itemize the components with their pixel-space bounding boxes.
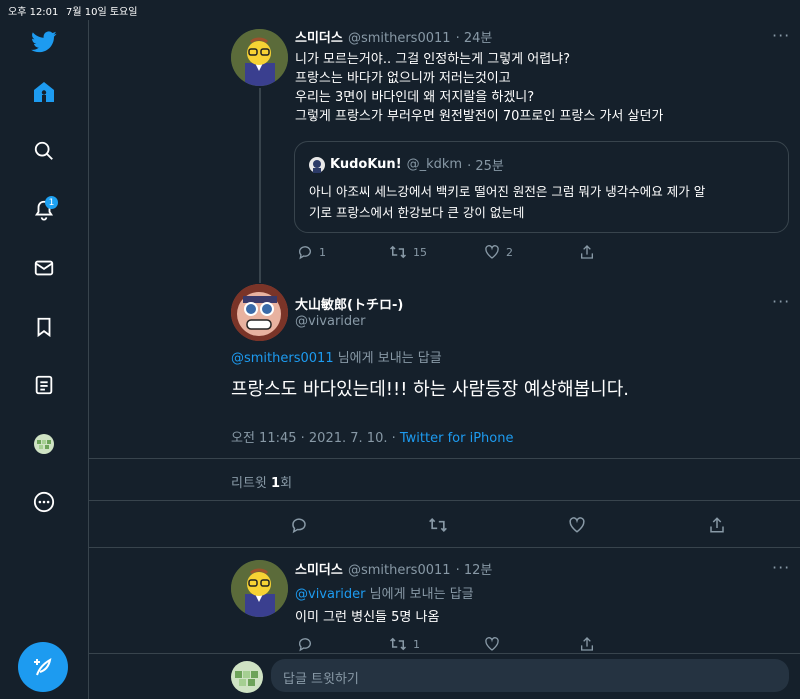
main-tweet-retweets[interactable]: 리트윗 1회	[231, 472, 292, 491]
tweet1-retweet-count: 15	[413, 245, 427, 259]
tweet1-retweet-button[interactable]: 15	[389, 244, 427, 260]
quote-time: · 25분	[467, 159, 504, 174]
smithers-reply-avatar[interactable]	[231, 560, 288, 617]
divider	[88, 458, 800, 459]
lists-icon[interactable]	[29, 370, 59, 400]
kudokun-avatar-icon	[309, 156, 325, 173]
explore-icon[interactable]	[29, 136, 59, 166]
tweet1-line: 그렇게 프랑스가 부러우면 원전발전이 70프로인 프랑스 가서 살던가	[295, 109, 664, 124]
heart-icon	[569, 517, 585, 533]
retweet-icon	[429, 517, 447, 533]
tweet1-line: 프랑스는 바다가 없으니까 저러는것이고	[295, 71, 511, 86]
main-tweet-like-button[interactable]	[568, 516, 586, 534]
quote-author-handle: @_kdkm	[406, 157, 463, 172]
reply-tweet-reply-context: @vivarider 님에게 보내는 답글	[295, 583, 474, 602]
quote-line: 아니 아조씨 세느강에서 백키로 떨어진 원전은 그럼 뭐가 냉각수에요 제가 …	[309, 184, 706, 199]
reply-tweet-author-name[interactable]: 스미더스	[295, 563, 343, 578]
reply-tweet-share-button[interactable]	[579, 636, 595, 652]
share-icon	[581, 245, 593, 259]
reply-tweet-retweet-button[interactable]: 1	[389, 636, 420, 652]
tweet1-like-count: 2	[506, 245, 513, 259]
retweets-label: 리트윗	[231, 476, 272, 491]
share-icon	[581, 637, 593, 651]
quote-body: 아니 아조씨 세느강에서 백키로 떨어진 원전은 그럼 뭐가 냉각수에요 제가 …	[309, 181, 784, 223]
divider	[88, 500, 800, 501]
vivarider-avatar[interactable]	[231, 284, 288, 341]
retweet-icon	[389, 245, 407, 259]
main-tweet-author-handle[interactable]: @vivarider	[295, 314, 366, 329]
tweet1-reply-count: 1	[319, 245, 326, 259]
divider	[88, 653, 800, 654]
reply-to-handle-link[interactable]: @smithers0011	[231, 351, 334, 366]
reply-icon	[292, 518, 306, 534]
divider	[88, 547, 800, 548]
reply-tweet-author-handle[interactable]: @smithers0011	[348, 563, 451, 578]
main-tweet-timestamp[interactable]: 오전 11:45 · 2021. 7. 10. ·	[231, 431, 400, 446]
compose-tweet-button[interactable]	[18, 642, 68, 692]
composer-avatar	[231, 661, 263, 693]
notification-badge: 1	[45, 196, 58, 209]
reply-icon	[298, 638, 311, 652]
vivarider-avatar-image-icon	[231, 284, 288, 341]
tweet1-time[interactable]: · 24분	[456, 31, 493, 46]
reply-tweet-text: 이미 그런 병신들 5명 나옴	[295, 610, 440, 625]
tweet1-reply-button[interactable]: 1	[297, 244, 326, 260]
tweet1-share-button[interactable]	[579, 244, 595, 260]
thread-connector	[259, 88, 261, 283]
feather-plus-icon	[34, 658, 52, 676]
reply-tweet-retweet-count: 1	[413, 637, 420, 651]
smithers-avatar-image-icon	[231, 560, 288, 617]
status-date: 7월 10일 토요일	[66, 7, 138, 18]
main-tweet-share-button[interactable]	[708, 516, 726, 534]
reply-to-handle-link[interactable]: @vivarider	[295, 587, 366, 602]
notifications-icon[interactable]: 1	[29, 195, 59, 225]
tweet1-author-handle[interactable]: @smithers0011	[348, 31, 451, 46]
reply-tweet-like-button[interactable]	[484, 636, 506, 652]
status-time: 오후 12:01	[8, 7, 59, 18]
profile-avatar-icon[interactable]	[29, 429, 59, 459]
twitter-logo-icon[interactable]	[29, 27, 59, 57]
main-tweet-reply-context: @smithers0011 님에게 보내는 답글	[231, 347, 442, 366]
tweet1-like-button[interactable]: 2	[484, 244, 513, 260]
smithers-avatar[interactable]	[231, 29, 288, 86]
quote-line: 기로 프랑스에서 한강보다 큰 강이 없는데	[309, 205, 525, 220]
messages-icon[interactable]	[29, 253, 59, 283]
user-avatar-icon	[231, 661, 263, 693]
reply-to-suffix: 님에게 보내는 답글	[333, 351, 442, 366]
reply-tweet-reply-button[interactable]	[297, 636, 319, 652]
bookmarks-icon[interactable]	[29, 312, 59, 342]
heart-icon	[485, 637, 499, 651]
main-tweet-author-name[interactable]: 大山敏郎(トチロ-)	[295, 294, 403, 313]
quote-author-name: KudoKun!	[330, 157, 402, 172]
home-icon[interactable]	[29, 77, 59, 107]
reply-tweet-header: 스미더스 @smithers0011 · 12분	[295, 559, 492, 578]
tweet1-line: 니가 모르는거야.. 그걸 인정하는게 그렇게 어렵냐?	[295, 52, 571, 67]
reply-icon	[298, 246, 311, 260]
tweet1-line: 우리는 3면이 바다인데 왜 저지랄을 하겠니?	[295, 90, 535, 105]
retweet-icon	[389, 637, 407, 651]
tweet1-author-name[interactable]: 스미더스	[295, 31, 343, 46]
main-tweet-reply-button[interactable]	[290, 516, 308, 534]
main-tweet-retweet-button[interactable]	[428, 516, 448, 534]
main-tweet-more-icon[interactable]: ···	[772, 292, 790, 311]
main-tweet-source-link[interactable]: Twitter for iPhone	[400, 431, 514, 446]
main-tweet-meta: 오전 11:45 · 2021. 7. 10. · Twitter for iP…	[231, 427, 513, 446]
tweet1-header: 스미더스 @smithers0011 · 24분	[295, 27, 492, 46]
main-tweet-text: 프랑스도 바다있는데!!! 하는 사람등장 예상해봅니다.	[231, 379, 630, 400]
heart-icon	[485, 245, 499, 259]
retweets-count: 1	[271, 476, 281, 491]
reply-to-suffix: 님에게 보내는 답글	[365, 587, 474, 602]
sidebar: 1	[0, 20, 88, 699]
tweet1-body: 니가 모르는거야.. 그걸 인정하는게 그렇게 어렵냐? 프랑스는 바다가 없으…	[295, 50, 785, 126]
reply-composer-input[interactable]: 답글 트윗하기	[271, 659, 789, 692]
retweets-suffix: 회	[280, 476, 293, 491]
quote-header: KudoKun! @_kdkm · 25분	[309, 155, 504, 174]
reply-tweet-more-icon[interactable]: ···	[772, 558, 790, 577]
reply-tweet-time[interactable]: · 12분	[456, 563, 493, 578]
more-options-icon[interactable]	[29, 487, 59, 517]
status-bar: 오후 12:01 7월 10일 토요일	[0, 0, 800, 20]
share-icon	[710, 517, 724, 533]
tweet1-more-icon[interactable]: ···	[772, 26, 790, 45]
smithers-avatar-image-icon	[231, 29, 288, 86]
